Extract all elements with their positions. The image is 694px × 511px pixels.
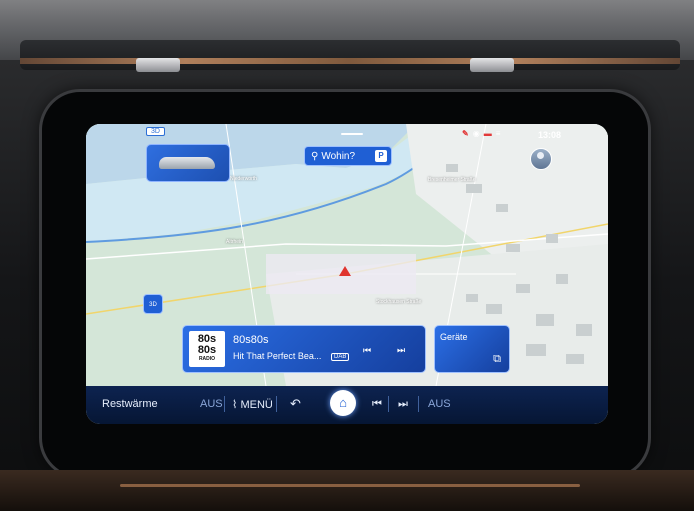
view-3d-label: 3D [149, 302, 157, 308]
station-logo-line: 80s [197, 344, 217, 356]
home-icon: ⌂ [339, 395, 347, 410]
next-track-bar-button[interactable]: ⏭ [398, 398, 408, 411]
map-label: Bresenheimer Straße [428, 177, 476, 183]
signal-icon: ▬ [483, 129, 492, 138]
map-view-3d-button[interactable]: 3D [143, 294, 163, 314]
divider [276, 396, 277, 412]
infotainment-screen: Niederworth Altrhein Bresenheimer Straße… [86, 124, 608, 424]
ambient-light-line [120, 484, 580, 487]
map-label: Altrhein [226, 239, 243, 245]
clock: 13:08 [538, 130, 562, 140]
devices-label: Geräte [440, 332, 468, 342]
menu-icon: ⌇ [232, 399, 238, 411]
track-title: Hit That Perfect Bea... [233, 351, 322, 361]
next-icon: ⏭ [398, 398, 408, 410]
prev-track-bar-button[interactable]: ⏮ [372, 398, 382, 411]
pull-down-handle[interactable] [341, 133, 363, 135]
back-button[interactable]: ↶ [290, 396, 301, 412]
climate-right-off[interactable]: AUS [428, 398, 451, 410]
next-track-button[interactable]: ⏭ [397, 345, 405, 356]
menu-label: MENÜ [240, 399, 273, 411]
parking-poi-icon[interactable]: P [375, 150, 387, 162]
rest-heat-button[interactable]: Restwärme [102, 398, 158, 410]
devices-widget[interactable]: Geräte ⧉ [434, 325, 510, 373]
divider [418, 396, 419, 412]
media-widget[interactable]: 80s 80s RADIO 80s80s Hit That Perfect Be… [182, 325, 426, 373]
trim-strip [20, 58, 680, 64]
divider [388, 396, 389, 412]
bars-icon: ≡ [495, 129, 501, 138]
prev-icon: ⏮ [363, 345, 372, 355]
map-mode-tag: 3D [146, 127, 165, 136]
back-icon: ↶ [290, 396, 301, 411]
climate-left-off[interactable]: AUS [200, 398, 223, 410]
vent-clip-left [136, 58, 180, 72]
source-badge: DAB [331, 353, 350, 361]
station-name: 80s80s [233, 334, 269, 346]
vehicle-thumbnail-button[interactable] [146, 144, 230, 182]
station-logo: 80s 80s RADIO [189, 331, 225, 367]
menu-button[interactable]: ⌇ MENÜ [232, 398, 273, 411]
map-label: Niederworth [230, 176, 257, 182]
user-profile-icon[interactable] [530, 148, 552, 170]
destination-search-button[interactable]: ⚲ Wohin? P [304, 146, 392, 166]
device-switch-icon: ⧉ [493, 353, 501, 365]
status-icons: ✎ ◉ ▬ ≡ [462, 129, 500, 138]
car-icon [159, 157, 215, 169]
vent-clip-right [470, 58, 514, 72]
destination-search-label: Wohin? [321, 150, 356, 162]
mic-off-icon: ✎ [462, 129, 469, 138]
air-vent-strip [20, 40, 680, 70]
console-floor [0, 470, 694, 511]
connection-icon: ◉ [472, 129, 480, 138]
search-icon: ⚲ [311, 150, 319, 162]
bottom-control-bar: Restwärme AUS ⌇ MENÜ ↶ ⌂ ⏮ ⏭ AUS [86, 386, 608, 424]
status-bar: 3D ✎ ◉ ▬ ≡ 13:08 [86, 124, 608, 146]
divider [224, 396, 225, 412]
prev-track-button[interactable]: ⏮ [363, 345, 371, 356]
station-logo-subtext: RADIO [198, 356, 216, 362]
vehicle-position-icon [339, 266, 351, 276]
map-label: Stockhausen Straße [376, 299, 422, 305]
prev-icon: ⏮ [372, 398, 382, 410]
car-interior-photo: Niederworth Altrhein Bresenheimer Straße… [0, 0, 694, 511]
next-icon: ⏭ [397, 345, 406, 355]
home-button[interactable]: ⌂ [330, 390, 356, 416]
